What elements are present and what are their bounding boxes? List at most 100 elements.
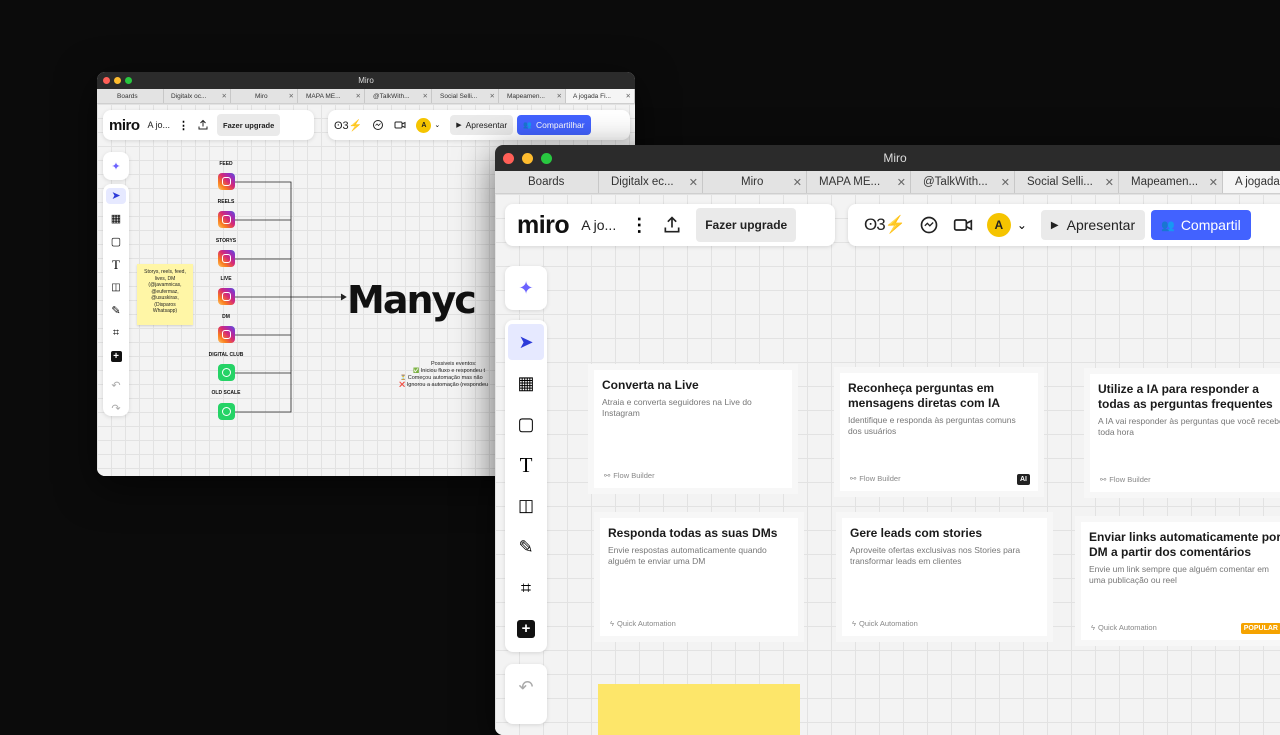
close-tab-icon[interactable]: ✕ <box>689 176 698 189</box>
card-description: Envie respostas automaticamente quando a… <box>608 545 767 566</box>
shapes-icon[interactable]: ◫ <box>508 488 544 524</box>
close-tab-icon[interactable]: ✕ <box>897 176 906 189</box>
template-card[interactable]: Responda todas as suas DMs Envie respost… <box>600 518 798 636</box>
tab-talkwith[interactable]: @TalkWith... ✕ <box>911 171 1015 193</box>
pen-icon[interactable]: ✎ <box>508 529 544 565</box>
flow-label-digital-club: DIGITAL CLUB <box>208 352 244 358</box>
chat-icon[interactable] <box>919 215 939 235</box>
tab-bar: Boards Digitalx oc... ✕ Miro ✕ MAPA ME... ✕… <box>97 89 635 104</box>
upload-icon[interactable] <box>662 215 682 235</box>
template-card[interactable]: Reconheça perguntas em mensagens diretas… <box>840 373 1038 491</box>
miro-window-front: Miro Boards Digitalx ec... ✕ Miro ✕ MAPA M… <box>495 145 1280 735</box>
templates-icon[interactable]: ▦ <box>508 365 544 401</box>
board-name[interactable]: A jo... <box>581 217 616 233</box>
tab-digitalx[interactable]: Digitalx ec... ✕ <box>599 171 703 193</box>
close-tab-icon[interactable]: ✕ <box>626 92 631 100</box>
tab-bar: Boards Digitalx ec... ✕ Miro ✕ MAPA ME... ✕… <box>495 171 1280 194</box>
select-tool-icon[interactable]: ➤ <box>508 324 544 360</box>
tab-label: Social Selli... <box>440 92 478 100</box>
reactions-icon[interactable]: ʘ3⚡ <box>864 215 906 235</box>
tab-jogada[interactable]: A jogada Fi... ✕ <box>566 89 635 103</box>
tab-label: Mapeamen... <box>1131 176 1199 188</box>
tab-digitalx[interactable]: Digitalx oc... ✕ <box>164 89 231 103</box>
sticky-note-icon[interactable]: ▢ <box>508 406 544 442</box>
close-tab-icon[interactable]: ✕ <box>1209 176 1218 189</box>
bolt-icon: ϟ <box>1091 623 1095 632</box>
big-title-text[interactable]: Manyc <box>347 278 477 322</box>
card-footer: ⚯ Flow Builder <box>604 471 655 480</box>
tab-talkwith[interactable]: @TalkWith... ✕ <box>365 89 432 103</box>
close-window-button[interactable] <box>103 77 110 84</box>
close-tab-icon[interactable]: ✕ <box>490 92 495 100</box>
template-card[interactable]: Converta na Live Atraia e converta segui… <box>594 370 792 488</box>
tab-boards[interactable]: Boards <box>97 89 164 103</box>
sticky-note[interactable] <box>598 684 800 735</box>
minimize-window-button[interactable] <box>522 152 533 164</box>
tab-miro[interactable]: Miro ✕ <box>231 89 298 103</box>
close-window-button[interactable] <box>503 152 514 164</box>
minimize-window-button[interactable] <box>114 77 121 84</box>
instagram-icon <box>218 326 235 343</box>
frame-icon[interactable]: ⌗ <box>508 570 544 606</box>
card-description: A IA vai responder às perguntas que você… <box>1098 416 1280 437</box>
video-icon[interactable] <box>953 215 973 235</box>
template-card[interactable]: Utilize a IA para responder a todas as p… <box>1090 374 1280 492</box>
board-canvas[interactable]: miro A jo... ⋮ Fazer upgrade ʘ3⚡ A ⌄ ▶ Ap… <box>495 194 1280 735</box>
close-tab-icon[interactable]: ✕ <box>289 92 294 100</box>
zoom-window-button[interactable] <box>125 77 132 84</box>
present-button[interactable]: ▶ Apresentar <box>1040 210 1146 240</box>
event-text: Iniciou fluxo e respondeu t <box>420 368 485 374</box>
more-vertical-icon[interactable]: ⋮ <box>630 215 648 236</box>
instagram-icon <box>218 211 235 228</box>
template-card[interactable]: Gere leads com stories Aproveite ofertas… <box>842 518 1047 636</box>
tab-label: A jogada Fi... <box>573 92 611 100</box>
tab-mapeamento[interactable]: Mapeamen... ✕ <box>499 89 566 103</box>
upgrade-button[interactable]: Fazer upgrade <box>696 208 797 242</box>
template-card[interactable]: Enviar links automaticamente por DM a pa… <box>1081 522 1280 640</box>
tab-jogada[interactable]: A jogada <box>1223 171 1280 193</box>
whatsapp-icon <box>218 364 235 381</box>
card-footer: ⚯ Flow Builder <box>850 474 901 483</box>
sticky-line: Storys, reels, feed, <box>144 269 186 275</box>
chevron-down-icon[interactable]: ⌄ <box>1017 218 1027 232</box>
close-tab-icon[interactable]: ✕ <box>793 176 802 189</box>
tab-label: Miro <box>255 92 268 100</box>
card-footer-label: Flow Builder <box>859 474 901 483</box>
tab-label: @TalkWith... <box>923 176 988 188</box>
card-description: Identifique e responda às perguntas comu… <box>848 415 1016 436</box>
add-icon[interactable]: + <box>508 611 544 647</box>
close-tab-icon[interactable]: ✕ <box>356 92 361 100</box>
tab-mapa[interactable]: MAPA ME... ✕ <box>807 171 911 193</box>
tab-social[interactable]: Social Selli... ✕ <box>1015 171 1119 193</box>
card-title: Enviar links automaticamente por DM a pa… <box>1089 530 1280 559</box>
miro-logo[interactable]: miro <box>517 211 570 240</box>
card-description: Envie um link sempre que alguém comentar… <box>1089 564 1269 585</box>
zoom-window-button[interactable] <box>541 152 552 164</box>
window-title: Miro <box>883 151 907 165</box>
tab-label: Boards <box>528 176 565 188</box>
tab-label: Mapeamen... <box>507 92 545 100</box>
share-button[interactable]: 👥 Compartil <box>1151 210 1251 240</box>
tab-mapa[interactable]: MAPA ME... ✕ <box>298 89 365 103</box>
tab-boards[interactable]: Boards <box>495 171 599 193</box>
sticky-note[interactable]: Storys, reels, feed, lives, DM (@javamni… <box>137 264 193 325</box>
title-bar: Miro <box>495 145 1280 171</box>
sparkle-icon[interactable]: ✦ <box>518 278 533 299</box>
avatar[interactable]: A <box>986 213 1011 237</box>
card-title: Responda todas as suas DMs <box>608 526 778 540</box>
close-tab-icon[interactable]: ✕ <box>222 92 227 100</box>
close-tab-icon[interactable]: ✕ <box>557 92 562 100</box>
card-footer-label: Flow Builder <box>1109 475 1151 484</box>
text-tool-icon[interactable]: T <box>508 447 544 483</box>
card-title: Gere leads com stories <box>850 526 983 540</box>
tab-miro[interactable]: Miro ✕ <box>703 171 807 193</box>
close-tab-icon[interactable]: ✕ <box>423 92 428 100</box>
tab-mapeamento[interactable]: Mapeamen... ✕ <box>1119 171 1223 193</box>
board-header-panel: miro A jo... ⋮ Fazer upgrade <box>505 204 835 246</box>
close-tab-icon[interactable]: ✕ <box>1001 176 1010 189</box>
tab-social[interactable]: Social Selli... ✕ <box>432 89 499 103</box>
undo-icon[interactable]: ↶ <box>508 672 544 702</box>
tab-label: Miro <box>741 176 764 188</box>
bolt-icon: ϟ <box>852 619 856 628</box>
close-tab-icon[interactable]: ✕ <box>1105 176 1114 189</box>
